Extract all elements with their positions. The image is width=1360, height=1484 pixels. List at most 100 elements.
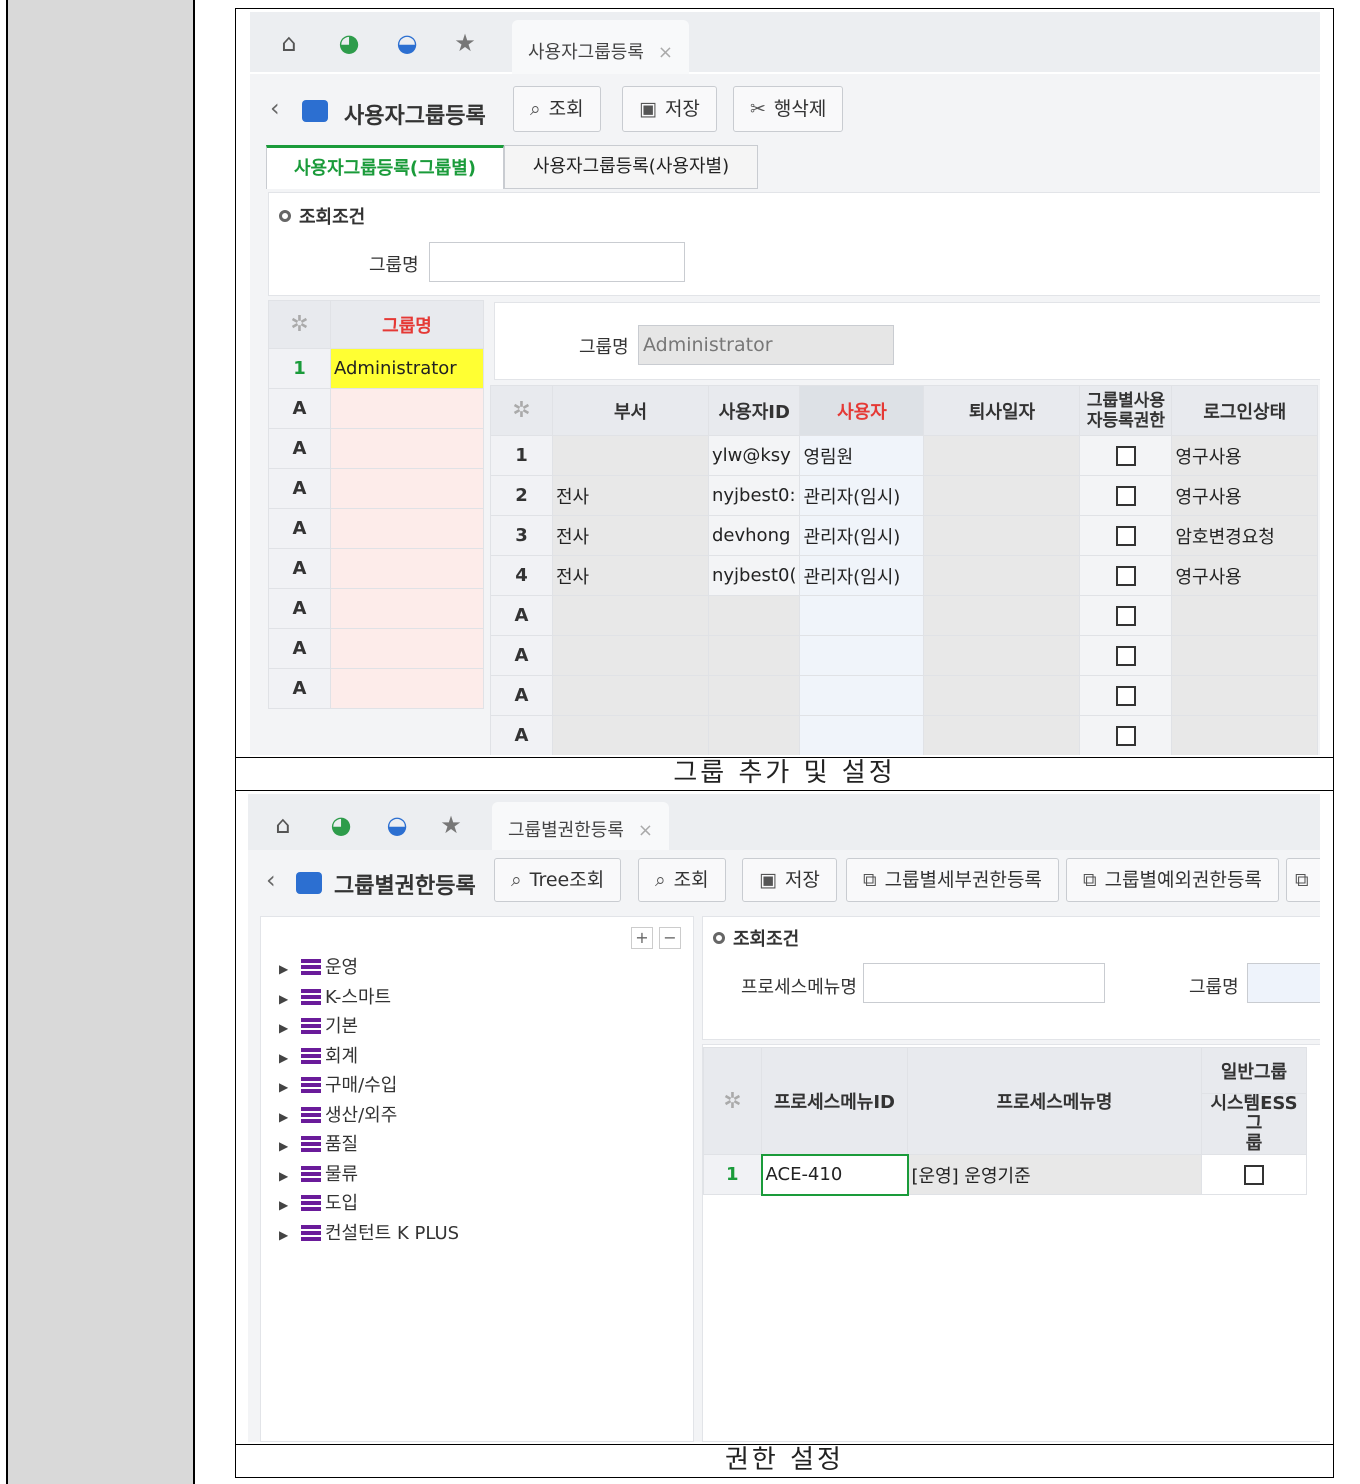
caret-right-icon[interactable]: ▶ <box>279 1014 301 1044</box>
group-name-input[interactable] <box>429 242 685 282</box>
grid-settings[interactable]: ✲ <box>268 300 331 349</box>
table-row[interactable]: A <box>268 628 484 669</box>
table-row[interactable]: A <box>268 548 484 589</box>
table-row[interactable]: A <box>268 588 484 629</box>
tree-node[interactable]: ▶ 운영 <box>279 953 459 983</box>
perm-cell[interactable] <box>1079 635 1173 676</box>
close-icon[interactable]: × <box>638 820 653 841</box>
delete-row-button[interactable]: ✂ 행삭제 <box>733 86 844 132</box>
checkbox[interactable] <box>1244 1165 1264 1185</box>
table-row[interactable]: 1 Administrator <box>268 348 484 389</box>
table-row[interactable]: 2 전사 nyjbest0: 관리자(임시) 영구사용 <box>490 475 1318 516</box>
tree-search-button[interactable]: ⌕ Tree조회 <box>494 858 622 902</box>
tree-node[interactable]: ▶ 기본 <box>279 1012 459 1042</box>
checkbox[interactable] <box>1115 446 1136 466</box>
subtab-by-group[interactable]: 사용자그룹등록(그룹별) <box>266 145 504 189</box>
perm-cell[interactable] <box>1079 435 1173 476</box>
table-row[interactable]: 4 전사 nyjbest0(관리자(임시) 영구사용 <box>490 555 1318 596</box>
perm-cell[interactable] <box>1079 475 1173 516</box>
tree-node[interactable]: ▶ 도입 <box>279 1189 459 1219</box>
tree-node[interactable]: ▶ 물류 <box>279 1160 459 1190</box>
group-name-cell[interactable]: Administrator <box>330 348 484 389</box>
home-icon[interactable]: ⌂ <box>274 28 304 58</box>
search-button[interactable]: ⌕ 조회 <box>638 858 726 902</box>
table-row[interactable]: A <box>268 668 484 709</box>
checkbox[interactable] <box>1115 686 1136 706</box>
checkbox[interactable] <box>1115 566 1136 586</box>
checkbox[interactable] <box>1115 726 1136 746</box>
menu-id-cell[interactable]: ACE-410 <box>760 1153 909 1196</box>
caret-right-icon[interactable]: ▶ <box>279 1221 301 1251</box>
group-check-cell[interactable] <box>1201 1154 1307 1195</box>
tree-node[interactable]: ▶ 컨설턴트 K PLUS <box>279 1219 459 1249</box>
checkbox[interactable] <box>1115 646 1136 666</box>
grid-settings[interactable]: ✲ <box>703 1047 762 1155</box>
tree-node[interactable]: ▶ 생산/외주 <box>279 1101 459 1131</box>
table-row[interactable]: A <box>268 428 484 469</box>
more-popup-button[interactable]: ⧉ <box>1286 858 1320 902</box>
table-row[interactable]: 3 전사 devhong 관리자(임시) 암호변경요청 <box>490 515 1318 556</box>
tree-node[interactable]: ▶ K-스마트 <box>279 983 459 1013</box>
star-icon[interactable]: ★ <box>450 28 480 58</box>
perm-cell[interactable] <box>1079 555 1173 596</box>
tree-node[interactable]: ▶ 회계 <box>279 1042 459 1072</box>
caret-right-icon[interactable]: ▶ <box>279 1044 301 1074</box>
menu-tree-icon[interactable]: ◕ <box>326 810 356 840</box>
empty-cell[interactable] <box>330 468 484 509</box>
perm-cell[interactable] <box>1079 595 1173 636</box>
table-row[interactable]: A <box>490 675 1318 716</box>
table-row[interactable]: 1 ylw@ksy 영림원 영구사용 <box>490 435 1318 476</box>
table-row[interactable]: A <box>268 508 484 549</box>
expand-all-icon[interactable]: + <box>631 927 653 949</box>
tab-group-perm[interactable]: 그룹별권한등록 × <box>492 802 670 850</box>
process-menu-input[interactable] <box>863 963 1105 1003</box>
caret-right-icon[interactable]: ▶ <box>279 1132 301 1162</box>
star-icon[interactable]: ★ <box>436 810 466 840</box>
group-name-input[interactable] <box>1247 963 1320 1003</box>
menu-tree-icon[interactable]: ◕ <box>334 28 364 58</box>
checkbox[interactable] <box>1115 606 1136 626</box>
except-perm-button[interactable]: ⧉ 그룹별예외권한등록 <box>1066 858 1279 902</box>
empty-cell[interactable] <box>330 548 484 589</box>
checkbox[interactable] <box>1115 486 1136 506</box>
tab-user-group[interactable]: 사용자그룹등록 × <box>512 20 690 74</box>
collapse-all-icon[interactable]: − <box>659 927 681 949</box>
empty-cell[interactable] <box>330 428 484 469</box>
checkbox[interactable] <box>1115 526 1136 546</box>
subtab-by-user[interactable]: 사용자그룹등록(사용자별) <box>504 145 758 189</box>
empty-cell[interactable] <box>330 508 484 549</box>
caret-right-icon[interactable]: ▶ <box>279 1191 301 1221</box>
back-icon[interactable]: ‹ <box>266 866 276 894</box>
caret-right-icon[interactable]: ▶ <box>279 1103 301 1133</box>
grid-settings[interactable]: ✲ <box>490 385 553 436</box>
table-row[interactable]: A <box>268 468 484 509</box>
db-menu-icon[interactable]: ◒ <box>392 28 422 58</box>
table-row[interactable]: A <box>490 595 1318 636</box>
save-button[interactable]: ▣ 저장 <box>742 858 837 902</box>
detail-group-input[interactable]: Administrator <box>638 325 894 365</box>
table-row[interactable]: A <box>268 388 484 429</box>
tree-node[interactable]: ▶ 품질 <box>279 1130 459 1160</box>
empty-cell[interactable] <box>330 388 484 429</box>
table-row[interactable]: A <box>490 635 1318 676</box>
perm-cell[interactable] <box>1079 515 1173 556</box>
detail-perm-button[interactable]: ⧉ 그룹별세부권한등록 <box>846 858 1059 902</box>
tree-node[interactable]: ▶ 구매/수입 <box>279 1071 459 1101</box>
caret-right-icon[interactable]: ▶ <box>279 1073 301 1103</box>
perm-cell[interactable] <box>1079 675 1173 716</box>
caret-right-icon[interactable]: ▶ <box>279 955 301 985</box>
perm-cell[interactable] <box>1079 715 1173 755</box>
empty-cell[interactable] <box>330 628 484 669</box>
empty-cell[interactable] <box>330 588 484 629</box>
search-button[interactable]: ⌕ 조회 <box>513 86 601 132</box>
table-row[interactable]: A <box>490 715 1318 755</box>
caret-right-icon[interactable]: ▶ <box>279 1162 301 1192</box>
empty-cell[interactable] <box>330 668 484 709</box>
table-row[interactable]: 1 ACE-410 [운영] 운영기준 <box>703 1153 1307 1196</box>
save-button[interactable]: ▣ 저장 <box>622 86 717 132</box>
back-icon[interactable]: ‹ <box>270 94 280 122</box>
db-menu-icon[interactable]: ◒ <box>382 810 412 840</box>
caret-right-icon[interactable]: ▶ <box>279 985 301 1015</box>
close-icon[interactable]: × <box>658 42 673 63</box>
home-icon[interactable]: ⌂ <box>268 810 298 840</box>
